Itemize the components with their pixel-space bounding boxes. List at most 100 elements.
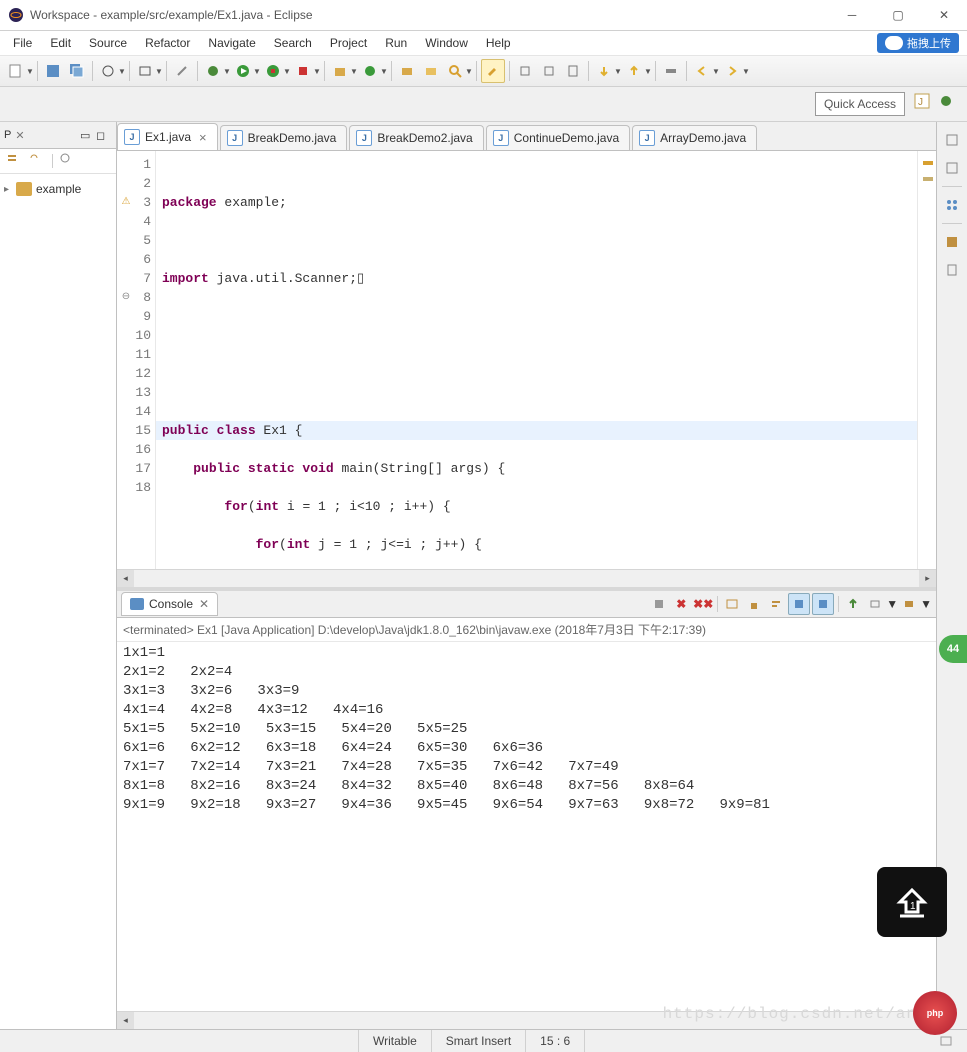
collapse-all-icon[interactable] (6, 152, 24, 170)
console-view: Console ✕ ✖ ✖✖ ▼ ▼ (117, 587, 936, 1029)
menu-help[interactable]: Help (477, 33, 520, 53)
outline2-fast-icon[interactable] (941, 259, 963, 281)
menu-refactor[interactable]: Refactor (136, 33, 199, 53)
pin-icon[interactable] (660, 60, 682, 82)
ext-tools-button[interactable] (292, 60, 314, 82)
tab-close-icon[interactable]: ✕ (199, 597, 209, 611)
new-class-icon[interactable] (359, 60, 381, 82)
tool-e[interactable] (562, 60, 584, 82)
restore2-icon[interactable] (941, 157, 963, 179)
console-tab[interactable]: Console ✕ (121, 592, 218, 616)
new-button[interactable] (5, 60, 27, 82)
menu-edit[interactable]: Edit (41, 33, 80, 53)
tree-item-example[interactable]: ▸ example (4, 180, 112, 198)
chevron-right-icon[interactable]: ▸ (4, 184, 16, 195)
back-button[interactable] (691, 60, 713, 82)
save-all-button[interactable] (66, 60, 88, 82)
outline-fast-icon[interactable] (941, 194, 963, 216)
minimize-button[interactable]: ─ (829, 0, 875, 30)
cloud-icon (885, 36, 903, 50)
console-icon (130, 598, 144, 610)
pin-console-icon[interactable] (843, 594, 863, 614)
debug-button[interactable] (202, 60, 224, 82)
word-wrap-icon[interactable] (766, 594, 786, 614)
new-console-icon[interactable] (899, 594, 919, 614)
menu-project[interactable]: Project (321, 33, 376, 53)
tab-close-icon[interactable]: × (199, 130, 207, 145)
java-file-icon: J (356, 130, 372, 146)
terminate-icon[interactable] (649, 594, 669, 614)
warning-marker[interactable] (923, 161, 933, 165)
code-editor[interactable]: ⚠ ⊖ 123456789101112131415161718 package … (117, 151, 936, 569)
close-button[interactable]: ✕ (921, 0, 967, 30)
remove-all-icon[interactable]: ✖✖ (693, 594, 713, 614)
status-writable: Writable (359, 1030, 432, 1052)
maximize-button[interactable]: ▢ (875, 0, 921, 30)
editor-hscroll[interactable]: ◂ ▸ (117, 569, 936, 587)
scroll-lock-icon[interactable] (744, 594, 764, 614)
remove-launch-icon[interactable]: ✖ (671, 594, 691, 614)
tab-label: BreakDemo2.java (377, 131, 472, 145)
wand-icon[interactable] (171, 60, 193, 82)
menu-navigate[interactable]: Navigate (199, 33, 264, 53)
show-console-icon[interactable] (788, 593, 810, 615)
view-max-icon[interactable]: ◻ (96, 129, 112, 142)
tool-b[interactable] (134, 60, 156, 82)
link-editor-icon[interactable] (28, 152, 46, 170)
tab-continuedemo[interactable]: J ContinueDemo.java (486, 125, 630, 150)
open-task-icon[interactable] (420, 60, 442, 82)
view-min-icon[interactable]: ▭ (80, 129, 96, 142)
next-annotation-icon[interactable] (593, 60, 615, 82)
project-tree[interactable]: ▸ example (0, 174, 116, 204)
perspective-debug-icon[interactable] (937, 92, 961, 116)
new-package-icon[interactable] (329, 60, 351, 82)
overview-ruler[interactable] (917, 151, 936, 569)
restore-icon[interactable] (941, 129, 963, 151)
upload-button[interactable]: 拖拽上传 (877, 33, 959, 53)
tab-close-icon[interactable]: ✕ (15, 129, 24, 142)
focus-task-icon[interactable] (59, 152, 77, 170)
warning-icon: ⚠ (119, 193, 133, 212)
menu-run[interactable]: Run (376, 33, 416, 53)
tool-d[interactable] (538, 60, 560, 82)
clear-console-icon[interactable] (722, 594, 742, 614)
tab-ex1[interactable]: J Ex1.java × (117, 123, 218, 150)
code-area[interactable]: package example; import java.util.Scanne… (156, 151, 917, 569)
tab-label: BreakDemo.java (248, 131, 337, 145)
tab-breakdemo2[interactable]: J BreakDemo2.java (349, 125, 483, 150)
scroll-right-icon[interactable]: ▸ (919, 570, 936, 587)
perspective-java-icon[interactable]: J (913, 92, 937, 116)
console-output[interactable]: 1x1=1 2x1=2 2x2=4 3x1=3 3x2=6 3x3=9 4x1=… (117, 642, 936, 1011)
search-icon[interactable] (444, 60, 466, 82)
tab-arraydemo[interactable]: J ArrayDemo.java (632, 125, 757, 150)
open-type-icon[interactable] (396, 60, 418, 82)
menu-window[interactable]: Window (416, 33, 477, 53)
save-button[interactable] (42, 60, 64, 82)
floating-upload-button[interactable]: 1 (877, 867, 947, 937)
marker[interactable] (923, 177, 933, 181)
scroll-left-icon[interactable]: ◂ (117, 570, 134, 587)
run-button[interactable] (232, 60, 254, 82)
menu-search[interactable]: Search (265, 33, 321, 53)
tab-breakdemo[interactable]: J BreakDemo.java (220, 125, 348, 150)
green-badge[interactable]: 44 (939, 635, 967, 663)
menu-source[interactable]: Source (80, 33, 136, 53)
scroll-left-icon[interactable]: ◂ (117, 1012, 134, 1029)
prev-annotation-icon[interactable] (623, 60, 645, 82)
quick-access-input[interactable]: Quick Access (815, 92, 905, 116)
java-file-icon: J (227, 130, 243, 146)
tool-a[interactable] (97, 60, 119, 82)
package-explorer-tab[interactable]: P (4, 129, 11, 141)
show-standard-out-icon[interactable] (812, 593, 834, 615)
menu-file[interactable]: File (4, 33, 41, 53)
tasks-fast-icon[interactable] (941, 231, 963, 253)
coverage-button[interactable] (262, 60, 284, 82)
display-console-icon[interactable] (865, 594, 885, 614)
php-badge: php (913, 991, 957, 1035)
toggle-highlight[interactable] (481, 59, 505, 83)
fold-icon[interactable]: ⊖ (119, 288, 133, 307)
tool-c[interactable] (514, 60, 536, 82)
dropdown-icon[interactable]: ▼ (26, 67, 32, 76)
svg-text:1: 1 (910, 901, 916, 912)
forward-button[interactable] (721, 60, 743, 82)
